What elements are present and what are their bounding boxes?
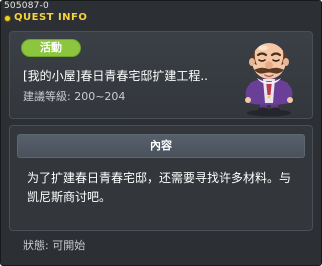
window-title: QUEST INFO	[14, 12, 88, 23]
quest-status: 狀態: 可開始	[23, 239, 86, 252]
quest-info-window: 505087-0 QUEST INFO 活動 [我的小屋]春日青春宅邸扩建工程.…	[0, 0, 322, 266]
content-section-header: 內容	[17, 134, 305, 158]
window-title-bar[interactable]: QUEST INFO	[5, 10, 87, 26]
status-badge: 活動	[21, 39, 81, 57]
quest-description-line: 凯尼斯商讨吧。	[27, 190, 112, 204]
pin-dot-icon	[5, 15, 10, 21]
recommended-level: 建議等級: 200~204	[23, 90, 126, 103]
quest-description: 为了扩建春日青春宅邸，还需要寻找许多材料。与 凯尼斯商讨吧。	[27, 169, 303, 207]
npc-portrait-icon	[245, 43, 293, 117]
quest-name: [我的小屋]春日青春宅邸扩建工程..	[23, 69, 208, 83]
quest-description-line: 为了扩建春日青春宅邸，还需要寻找许多材料。与	[27, 171, 292, 185]
